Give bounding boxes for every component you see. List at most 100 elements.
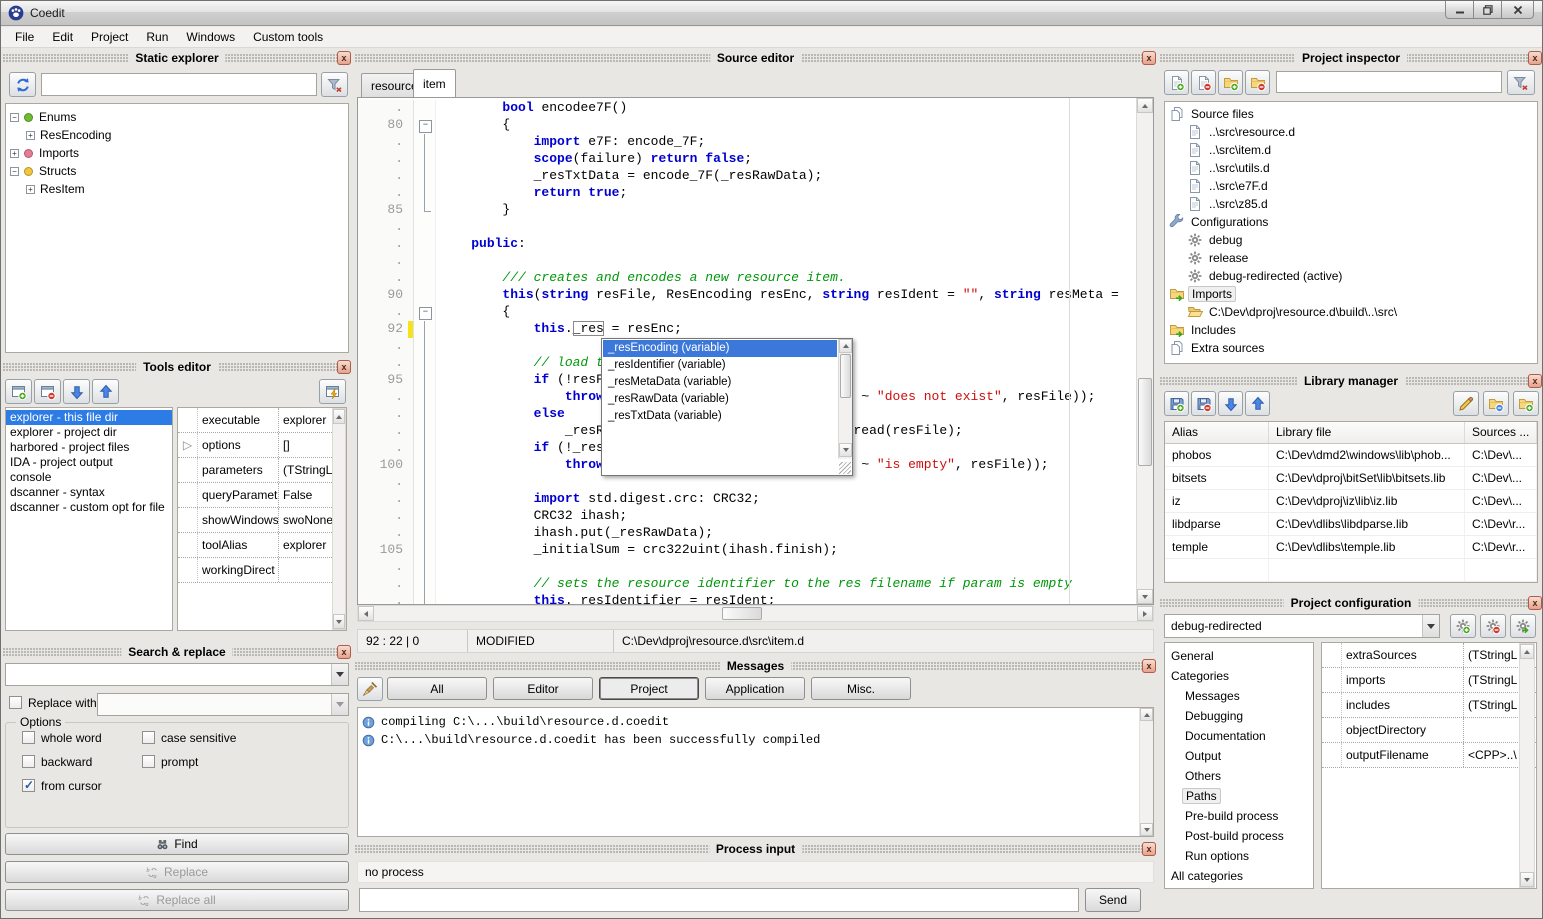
messages-scrollbar[interactable] — [1139, 708, 1153, 836]
library-row[interactable]: bitsetsC:\Dev\dproj\bitSet\lib\bitsets.l… — [1165, 467, 1537, 490]
code-line[interactable]: 80 { — [358, 117, 1136, 134]
property-value[interactable]: (TStringL — [1464, 643, 1520, 667]
project-tree-item[interactable]: ..\src\z85.d — [1169, 195, 1537, 213]
tool-list-item[interactable]: dscanner - syntax — [6, 485, 172, 500]
close-panel-icon[interactable] — [1528, 374, 1542, 388]
fold-margin[interactable] — [414, 117, 436, 134]
inspector-filter-input[interactable] — [1276, 71, 1502, 93]
completion-scrollbar[interactable] — [838, 339, 852, 459]
library-row[interactable]: phobosC:\Dev\dmd2\windows\lib\phob...C:\… — [1165, 444, 1537, 467]
search-option-checkbox[interactable]: prompt — [142, 755, 198, 769]
config-category-item[interactable]: Documentation — [1169, 726, 1313, 746]
editor-hscrollbar[interactable] — [357, 605, 1154, 622]
replace-all-button[interactable]: baReplace all — [5, 889, 349, 911]
column-header-library[interactable]: Library file — [1269, 422, 1465, 443]
property-value[interactable]: <CPP>..\ — [1464, 743, 1520, 767]
filter-application-button[interactable]: Application — [705, 677, 805, 700]
column-header-sources[interactable]: Sources ... — [1465, 422, 1537, 443]
code-line[interactable]: . // sets the resource identifier to the… — [358, 576, 1136, 593]
tab-item[interactable]: item — [413, 69, 456, 97]
search-option-checkbox[interactable]: whole word — [22, 731, 102, 745]
code-line[interactable]: . — [358, 253, 1136, 270]
code-line[interactable]: . bool encodee7F() — [358, 100, 1136, 117]
add-file-button[interactable] — [1164, 70, 1189, 95]
config-property-row[interactable]: objectDirectory — [1322, 718, 1536, 743]
tool-property-row[interactable]: parameters(TStringL — [178, 458, 346, 483]
remove-file-button[interactable] — [1191, 70, 1216, 95]
code-line[interactable]: . this._resIdentifier = resIdent; — [358, 593, 1136, 604]
send-button[interactable]: Send — [1085, 888, 1141, 912]
project-tree-item[interactable]: Configurations — [1169, 213, 1537, 231]
add-folder-button[interactable] — [1218, 70, 1243, 95]
menu-file[interactable]: File — [6, 27, 43, 47]
code-line[interactable]: . public: — [358, 236, 1136, 253]
project-tree-item[interactable]: ..\src\resource.d — [1169, 123, 1537, 141]
maximize-button[interactable] — [1473, 1, 1502, 19]
config-category-item[interactable]: Output — [1169, 746, 1313, 766]
menu-custom-tools[interactable]: Custom tools — [244, 27, 332, 47]
completion-popup[interactable]: _resEncoding (variable)_resIdentifier (v… — [601, 338, 853, 476]
add-config-button[interactable] — [1450, 614, 1476, 638]
tool-property-row[interactable]: executableexplorer — [178, 408, 346, 433]
process-input-field[interactable] — [359, 888, 1079, 912]
config-category-item[interactable]: Debugging — [1169, 706, 1313, 726]
config-category-item[interactable]: Run options — [1169, 846, 1313, 866]
close-panel-icon[interactable] — [337, 645, 351, 659]
message-entry[interactable]: C:\...\build\resource.d.coedit has been … — [358, 731, 1153, 749]
tool-list-item[interactable]: harbored - project files — [6, 440, 172, 455]
add-tool-button[interactable] — [5, 379, 32, 404]
close-panel-icon[interactable] — [1528, 596, 1542, 610]
config-property-row[interactable]: outputFilename<CPP>..\ — [1322, 743, 1536, 768]
code-line[interactable]: 90 this(string resFile, ResEncoding resE… — [358, 287, 1136, 304]
config-category-item[interactable]: Messages — [1169, 686, 1313, 706]
code-line[interactable]: . /// creates and encodes a new resource… — [358, 270, 1136, 287]
config-property-row[interactable]: extraSources(TStringL — [1322, 643, 1536, 668]
code-line[interactable]: . — [358, 219, 1136, 236]
library-from-project-button[interactable] — [1483, 391, 1509, 416]
refresh-button[interactable] — [9, 72, 36, 97]
project-tree-item[interactable]: debug — [1169, 231, 1537, 249]
tool-list-item[interactable]: IDA - project output — [6, 455, 172, 470]
project-tree-item[interactable]: ..\src\item.d — [1169, 141, 1537, 159]
remove-tool-button[interactable] — [34, 379, 61, 404]
close-panel-icon[interactable] — [1142, 842, 1156, 856]
resize-grip[interactable] — [839, 462, 851, 474]
remove-folder-button[interactable] — [1245, 70, 1270, 95]
menu-run[interactable]: Run — [137, 27, 177, 47]
project-tree-item[interactable]: release — [1169, 249, 1537, 267]
code-line[interactable]: 85 } — [358, 202, 1136, 219]
completion-item[interactable]: _resRawData (variable) — [603, 391, 837, 408]
code-line[interactable]: . import std.digest.crc: CRC32; — [358, 491, 1136, 508]
search-option-checkbox[interactable]: case sensitive — [142, 731, 236, 745]
configuration-combobox[interactable]: debug-redirected — [1164, 614, 1440, 638]
close-panel-icon[interactable] — [1528, 51, 1542, 65]
property-value[interactable]: (TStringL — [1464, 693, 1520, 717]
config-property-row[interactable]: includes(TStringL — [1322, 693, 1536, 718]
expander-icon[interactable]: − — [10, 113, 19, 122]
config-category-item[interactable]: Paths — [1169, 786, 1313, 806]
editor-vscrollbar[interactable] — [1136, 98, 1153, 604]
code-line[interactable]: . return true; — [358, 185, 1136, 202]
config-grid-scrollbar[interactable] — [1519, 643, 1535, 888]
close-button[interactable] — [1501, 1, 1534, 19]
filter-project-button[interactable]: Project — [599, 677, 699, 700]
tool-property-row[interactable]: workingDirect — [178, 558, 346, 583]
completion-item[interactable]: _resEncoding (variable) — [603, 340, 837, 357]
code-line[interactable]: . _resTxtData = encode_7F(_resRawData); — [358, 168, 1136, 185]
code-line[interactable]: . scope(failure) return false; — [358, 151, 1136, 168]
symbol-tree-item[interactable]: −Structs — [10, 162, 348, 180]
close-panel-icon[interactable] — [337, 360, 351, 374]
edit-library-button[interactable] — [1453, 391, 1479, 416]
remove-config-button[interactable] — [1480, 614, 1506, 638]
fold-margin[interactable] — [414, 304, 436, 321]
menu-project[interactable]: Project — [82, 27, 137, 47]
code-line[interactable]: . ihash.put(_resRawData); — [358, 525, 1136, 542]
close-panel-icon[interactable] — [1142, 51, 1156, 65]
tool-property-row[interactable]: showWindowsswoNone — [178, 508, 346, 533]
titlebar[interactable]: Coedit — [1, 1, 1542, 26]
add-library-folder-button[interactable] — [1513, 391, 1539, 416]
remove-library-button[interactable] — [1191, 391, 1216, 416]
minimize-button[interactable] — [1445, 1, 1474, 19]
message-entry[interactable]: compiling C:\...\build\resource.d.coedit — [358, 713, 1153, 731]
project-tree-item[interactable]: Extra sources — [1169, 339, 1537, 357]
